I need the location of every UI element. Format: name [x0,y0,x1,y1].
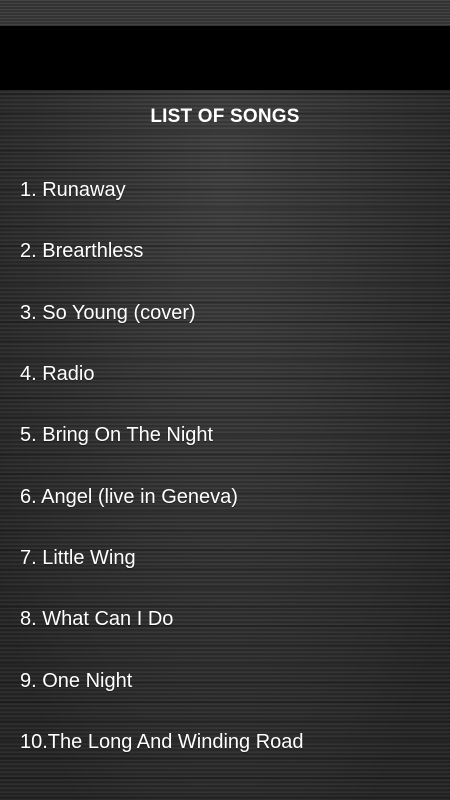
song-item[interactable]: 6. Angel (live in Geneva) [20,466,304,527]
song-item[interactable]: 8. What Can I Do [20,589,304,650]
song-item[interactable]: 5. Bring On The Night [20,405,304,466]
song-item[interactable]: 7. Little Wing [20,528,304,589]
top-banner [0,26,450,90]
status-bar [0,0,450,26]
song-item[interactable]: 4. Radio [20,344,304,405]
song-item[interactable]: 3. So Young (cover) [20,283,304,344]
song-item[interactable]: 1. Runaway [20,160,304,221]
song-item[interactable]: 2. Brearthless [20,221,304,282]
app-screen: LIST OF SONGS 1. Runaway 2. Brearthless … [0,0,450,800]
song-item[interactable]: 10.The Long And Winding Road [20,712,304,773]
song-item[interactable]: 9. One Night [20,650,304,711]
page-title: LIST OF SONGS [150,106,300,127]
song-list: 1. Runaway 2. Brearthless 3. So Young (c… [20,160,304,773]
